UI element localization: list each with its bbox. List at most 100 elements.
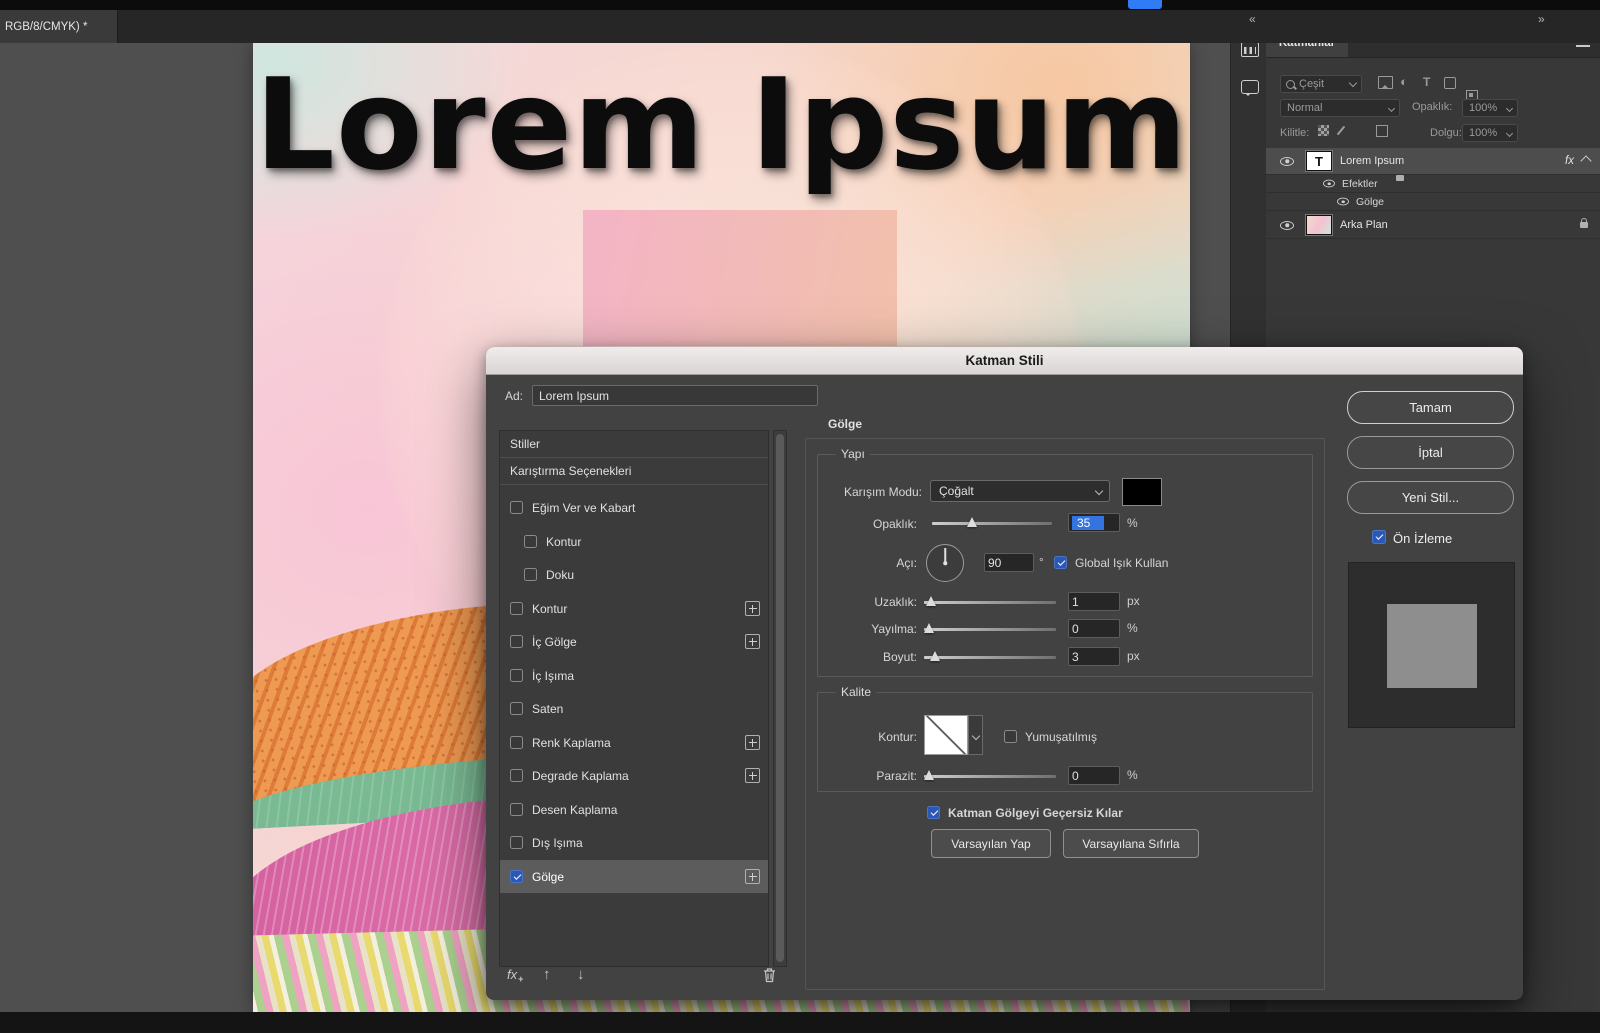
style-item-contour-sub[interactable]: Kontur <box>500 525 768 558</box>
visibility-eye-icon[interactable] <box>1280 221 1294 230</box>
share-button[interactable] <box>1128 0 1162 9</box>
effects-label: Efektler <box>1342 178 1378 190</box>
style-item-inner-shadow[interactable]: İç Gölge <box>500 625 768 658</box>
size-slider[interactable] <box>924 650 1056 664</box>
layer-row-effects[interactable]: Efektler <box>1266 175 1600 193</box>
filter-kind-shape-icon[interactable] <box>1444 77 1456 89</box>
visibility-eye-icon[interactable] <box>1280 157 1294 166</box>
new-style-button[interactable]: Yeni Stil... <box>1347 481 1514 514</box>
fill-select[interactable]: 100% <box>1462 124 1518 142</box>
add-instance-icon[interactable] <box>745 735 760 750</box>
style-item-stroke[interactable]: Kontur <box>500 592 768 625</box>
style-checkbox[interactable] <box>510 635 523 648</box>
make-default-button[interactable]: Varsayılan Yap <box>931 829 1051 858</box>
styles-header[interactable]: Stiller <box>500 431 768 458</box>
shadow-color-swatch[interactable] <box>1122 478 1162 506</box>
opacity-select[interactable]: 100% <box>1462 99 1518 117</box>
lock-artboard-icon[interactable] <box>1376 125 1388 137</box>
style-checkbox[interactable] <box>510 501 523 514</box>
style-item-satin[interactable]: Saten <box>500 692 768 725</box>
style-item-outer-glow[interactable]: Dış Işıma <box>500 826 768 859</box>
cancel-button[interactable]: İptal <box>1347 436 1514 469</box>
scrollbar-thumb[interactable] <box>776 434 784 962</box>
style-item-gradient-overlay[interactable]: Degrade Kaplama <box>500 759 768 792</box>
angle-value-field[interactable]: 90 <box>984 553 1034 572</box>
dialog-title[interactable]: Katman Stili <box>486 347 1523 375</box>
layer-row-background[interactable]: Arka Plan <box>1266 212 1600 239</box>
spread-slider[interactable] <box>924 622 1056 636</box>
slider-thumb[interactable] <box>924 770 934 780</box>
lock-transparency-icon[interactable] <box>1318 125 1329 136</box>
slider-thumb[interactable] <box>924 623 934 633</box>
slider-thumb[interactable] <box>926 596 936 606</box>
style-item-drop-shadow[interactable]: Gölge <box>500 860 768 893</box>
style-checkbox[interactable] <box>510 702 523 715</box>
style-checkbox[interactable] <box>510 736 523 749</box>
visibility-eye-icon[interactable] <box>1323 180 1335 188</box>
slider-thumb[interactable] <box>930 651 940 661</box>
blend-mode-select[interactable]: Normal <box>1280 99 1400 117</box>
ok-button[interactable]: Tamam <box>1347 391 1514 424</box>
visibility-eye-icon[interactable] <box>1337 198 1349 206</box>
comments-panel-icon[interactable] <box>1241 80 1259 94</box>
add-instance-icon[interactable] <box>745 768 760 783</box>
add-instance-icon[interactable] <box>745 601 760 616</box>
preview-checkbox[interactable] <box>1372 530 1386 544</box>
add-instance-icon[interactable] <box>745 634 760 649</box>
shadow-blend-mode-select[interactable]: Çoğalt <box>930 480 1110 502</box>
distance-slider[interactable] <box>924 595 1056 609</box>
contour-picker[interactable] <box>924 715 968 755</box>
style-checkbox[interactable] <box>510 602 523 615</box>
style-checkbox[interactable] <box>510 769 523 782</box>
layer-filter-dropdown[interactable]: Çeşit <box>1280 75 1362 93</box>
global-light-checkbox[interactable] <box>1054 556 1067 569</box>
style-checkbox[interactable] <box>510 669 523 682</box>
add-instance-icon[interactable] <box>745 869 760 884</box>
layer-row-drop-shadow[interactable]: Gölge <box>1266 193 1600 211</box>
noise-value-field[interactable]: 0 <box>1068 766 1120 785</box>
blending-options-item[interactable]: Karıştırma Seçenekleri <box>500 458 768 485</box>
filter-kind-type-icon[interactable]: T <box>1423 76 1430 88</box>
contour-dropdown-icon[interactable] <box>968 715 983 755</box>
add-effect-fx-icon[interactable]: fx+ <box>507 967 522 982</box>
noise-slider[interactable] <box>924 769 1056 783</box>
layer-row-lorem-ipsum[interactable]: T Lorem Ipsum fx <box>1266 148 1600 175</box>
layer-fx-badge[interactable]: fx <box>1565 155 1574 167</box>
angle-dial[interactable] <box>926 544 964 582</box>
style-item-bevel-emboss[interactable]: Eğim Ver ve Kabart <box>500 491 768 524</box>
background-layer-thumbnail[interactable] <box>1306 215 1332 235</box>
style-checkbox[interactable] <box>510 836 523 849</box>
delete-effect-icon[interactable] <box>762 967 777 986</box>
spread-value-field[interactable]: 0 <box>1068 619 1120 638</box>
style-name-input[interactable] <box>532 385 818 406</box>
move-effect-up-icon[interactable]: ↑ <box>543 966 551 983</box>
style-item-pattern-overlay[interactable]: Desen Kaplama <box>500 793 768 826</box>
styles-list-scrollbar[interactable] <box>773 430 787 967</box>
document-tab[interactable]: RGB/8/CMYK) * <box>0 10 118 43</box>
collapse-effects-icon[interactable] <box>1580 155 1591 166</box>
style-item-color-overlay[interactable]: Renk Kaplama <box>500 726 768 759</box>
style-checkbox[interactable] <box>510 803 523 816</box>
antialiased-checkbox[interactable] <box>1004 730 1017 743</box>
expand-dock-icon[interactable]: » <box>1538 12 1545 26</box>
style-checkbox[interactable] <box>524 535 537 548</box>
style-item-texture[interactable]: Doku <box>500 558 768 591</box>
collapse-dock-icon[interactable]: « <box>1249 12 1256 26</box>
opacity-slider[interactable] <box>932 516 1052 530</box>
size-value-field[interactable]: 3 <box>1068 647 1120 666</box>
style-item-inner-glow[interactable]: İç Işıma <box>500 659 768 692</box>
text-layer-thumbnail[interactable]: T <box>1306 151 1332 171</box>
opacity-value-field[interactable]: 35 <box>1068 513 1120 532</box>
slider-thumb[interactable] <box>967 517 977 527</box>
style-checkbox[interactable] <box>524 568 537 581</box>
lock-paint-icon[interactable] <box>1337 126 1346 136</box>
distance-unit: px <box>1127 594 1140 608</box>
knockout-checkbox[interactable] <box>927 806 940 819</box>
distance-value-field[interactable]: 1 <box>1068 592 1120 611</box>
properties-panel-icon[interactable] <box>1241 42 1259 57</box>
move-effect-down-icon[interactable]: ↓ <box>577 966 585 983</box>
reset-default-button[interactable]: Varsayılana Sıfırla <box>1063 829 1199 858</box>
style-checkbox-checked[interactable] <box>510 870 523 883</box>
filter-kind-adjustment-icon[interactable]: ◐ <box>1400 76 1408 88</box>
filter-kind-image-icon[interactable] <box>1378 76 1393 89</box>
